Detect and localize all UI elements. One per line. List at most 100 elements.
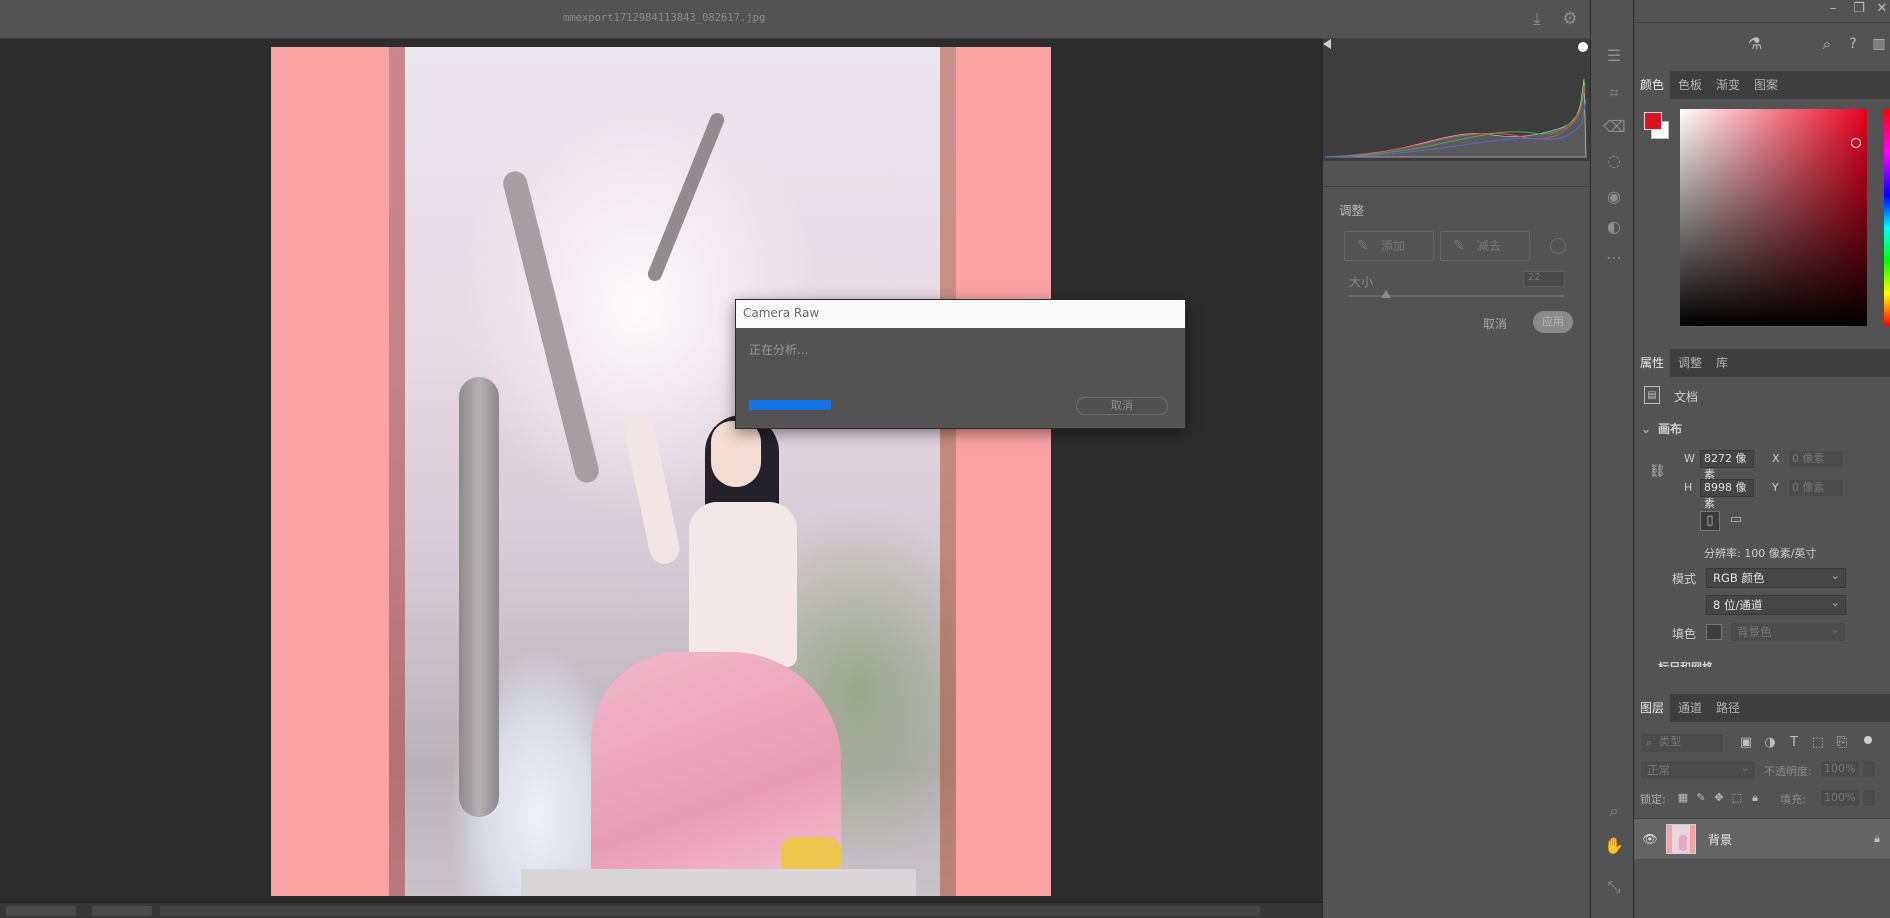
- layer-thumbnail: [1666, 824, 1696, 854]
- adjustment-filter-icon[interactable]: ◑: [1762, 734, 1778, 752]
- mode-select[interactable]: RGB 颜色: [1706, 566, 1846, 588]
- y-input[interactable]: 0 像素: [1788, 479, 1844, 497]
- photo-document: [271, 47, 1051, 896]
- saturation-value-field[interactable]: [1680, 109, 1867, 326]
- width-label: W: [1684, 452, 1695, 465]
- tab-swatches[interactable]: 色板: [1672, 71, 1708, 99]
- tree-branch: [645, 110, 727, 284]
- figure-arm: [621, 413, 683, 567]
- tab-patterns[interactable]: 图案: [1748, 71, 1784, 99]
- camera-raw-tool-strip: ☰ ⌗ ⌫ ◌ ◉ ◐ ⋯ ⌕ ✋ ⤡: [1590, 0, 1634, 918]
- presets-icon[interactable]: ◐: [1603, 216, 1625, 238]
- x-input[interactable]: 0 像素: [1788, 450, 1844, 468]
- tab-color[interactable]: 颜色: [1634, 71, 1671, 99]
- subtract-button[interactable]: ✎ 减去: [1440, 231, 1530, 261]
- link-icon[interactable]: ⛓: [1649, 463, 1666, 481]
- filter-toggle-icon[interactable]: [1864, 736, 1872, 744]
- photo-image: [389, 47, 956, 896]
- x-label: X: [1772, 452, 1780, 465]
- crop-icon[interactable]: ⌗: [1603, 82, 1625, 104]
- red-eye-icon[interactable]: ◉: [1603, 186, 1625, 208]
- size-input[interactable]: 22: [1523, 271, 1565, 287]
- histogram-graph: [1323, 39, 1588, 158]
- stone-step: [521, 869, 916, 896]
- fill-dropdown-icon[interactable]: [1862, 789, 1876, 807]
- zoom-dropdown[interactable]: [6, 906, 76, 916]
- hand-icon[interactable]: ✋: [1603, 835, 1625, 857]
- layers-panel: 类型 ⌕ ▣ ◑ T ⬚ ⎘ 正常 不透明度: 100% 锁定: ▦ ✎ ✥ ⬚…: [1634, 722, 1890, 918]
- eraser-icon[interactable]: ⌫: [1603, 116, 1626, 138]
- rulers-grids-section-title[interactable]: 标尺和网格: [1658, 659, 1713, 667]
- camera-raw-title-bar: mmexport1712984113843_082617.jpg ⤓ ⚙ ⤢: [0, 0, 1634, 39]
- tab-paths[interactable]: 路径: [1710, 694, 1746, 722]
- layer-row[interactable]: 👁︎ 背景 🔒︎: [1634, 819, 1890, 859]
- mask-icon[interactable]: ◌: [1603, 150, 1625, 172]
- filmstrip-bar: [0, 902, 1322, 918]
- blend-mode-select[interactable]: 正常: [1640, 758, 1756, 780]
- portrait-orientation-icon[interactable]: ▯: [1700, 511, 1720, 531]
- shape-filter-icon[interactable]: ⬚: [1810, 734, 1826, 752]
- overlay-toggle-icon[interactable]: [1550, 238, 1566, 254]
- subtract-label: 减去: [1477, 239, 1502, 253]
- fill-select[interactable]: 背景色: [1730, 620, 1846, 642]
- tab-channels[interactable]: 通道: [1672, 694, 1708, 722]
- hue-slider[interactable]: [1884, 109, 1890, 326]
- size-slider-thumb[interactable]: [1381, 290, 1391, 298]
- fill-label: 填充:: [1780, 793, 1806, 806]
- fill-input[interactable]: 100%: [1820, 789, 1860, 807]
- dialog-cancel-button[interactable]: 取消: [1076, 397, 1168, 415]
- foreground-color-swatch[interactable]: [1644, 112, 1662, 130]
- chevron-down-icon[interactable]: ⌄: [1640, 421, 1652, 439]
- smart-object-filter-icon[interactable]: ⎘: [1834, 734, 1850, 752]
- zoom-icon[interactable]: ⌕: [1603, 800, 1625, 822]
- restore-icon[interactable]: ❐: [1848, 0, 1870, 18]
- panel-cancel-button[interactable]: 取消: [1483, 315, 1507, 332]
- eye-icon[interactable]: 👁︎: [1642, 830, 1658, 848]
- view-options[interactable]: [92, 906, 152, 916]
- opacity-input[interactable]: 100%: [1820, 760, 1860, 778]
- tab-gradients[interactable]: 渐变: [1710, 71, 1746, 99]
- tab-layers[interactable]: 图层: [1634, 694, 1671, 722]
- y-label: Y: [1772, 481, 1779, 494]
- bit-depth-select[interactable]: 8 位/通道: [1706, 593, 1846, 615]
- close-icon[interactable]: ✕: [1874, 0, 1890, 18]
- histogram: [1323, 39, 1591, 161]
- gear-icon[interactable]: ⚙: [1560, 9, 1580, 29]
- minimize-icon[interactable]: –: [1822, 0, 1844, 18]
- more-icon[interactable]: ⋯: [1603, 247, 1625, 269]
- edit-sliders-icon[interactable]: ☰: [1603, 45, 1625, 67]
- edge-strip-left: [389, 47, 405, 896]
- tab-libraries[interactable]: 库: [1710, 349, 1734, 377]
- lock-transparent-icon[interactable]: ▦: [1676, 789, 1690, 807]
- brush-add-icon: ✎: [1357, 238, 1369, 254]
- height-input[interactable]: 8998 像素: [1700, 479, 1754, 510]
- file-name: mmexport1712984113843_082617.jpg: [563, 12, 766, 24]
- panel-icon[interactable]: ▥: [1868, 35, 1890, 53]
- width-input[interactable]: 8272 像素: [1700, 450, 1754, 481]
- figure-torso: [689, 502, 797, 667]
- pixel-filter-icon[interactable]: ▣: [1738, 734, 1754, 752]
- type-filter-icon[interactable]: T: [1786, 734, 1802, 752]
- help-icon[interactable]: ?: [1842, 35, 1864, 53]
- opacity-label: 不透明度:: [1764, 765, 1812, 778]
- flask-icon[interactable]: ⚗: [1744, 35, 1766, 53]
- mode-label: 模式: [1672, 572, 1697, 586]
- tab-properties[interactable]: 属性: [1634, 349, 1671, 377]
- add-button[interactable]: ✎ 添加: [1344, 231, 1434, 261]
- color-picker-ring[interactable]: [1851, 138, 1861, 148]
- document-label: 文档: [1674, 390, 1699, 404]
- lock-artboard-icon[interactable]: ⬚: [1730, 789, 1744, 807]
- eyedropper-icon[interactable]: ⤡: [1603, 876, 1625, 898]
- lock-paint-icon[interactable]: ✎: [1694, 789, 1708, 807]
- search-icon[interactable]: ⌕: [1816, 35, 1838, 53]
- save-icon[interactable]: ⤓: [1527, 9, 1547, 29]
- fill-color-swatch[interactable]: [1706, 624, 1722, 640]
- lock-move-icon[interactable]: ✥: [1712, 789, 1726, 807]
- apply-button[interactable]: 应用: [1533, 311, 1573, 333]
- tab-adjustments[interactable]: 调整: [1672, 349, 1708, 377]
- landscape-orientation-icon[interactable]: ▭: [1726, 511, 1746, 531]
- opacity-dropdown-icon[interactable]: [1862, 760, 1876, 778]
- resolution-text: 分辨率: 100 像素/英寸: [1704, 547, 1817, 560]
- filmstrip-scrollbar[interactable]: [160, 906, 1260, 916]
- lock-all-icon[interactable]: 🔒︎: [1748, 789, 1762, 807]
